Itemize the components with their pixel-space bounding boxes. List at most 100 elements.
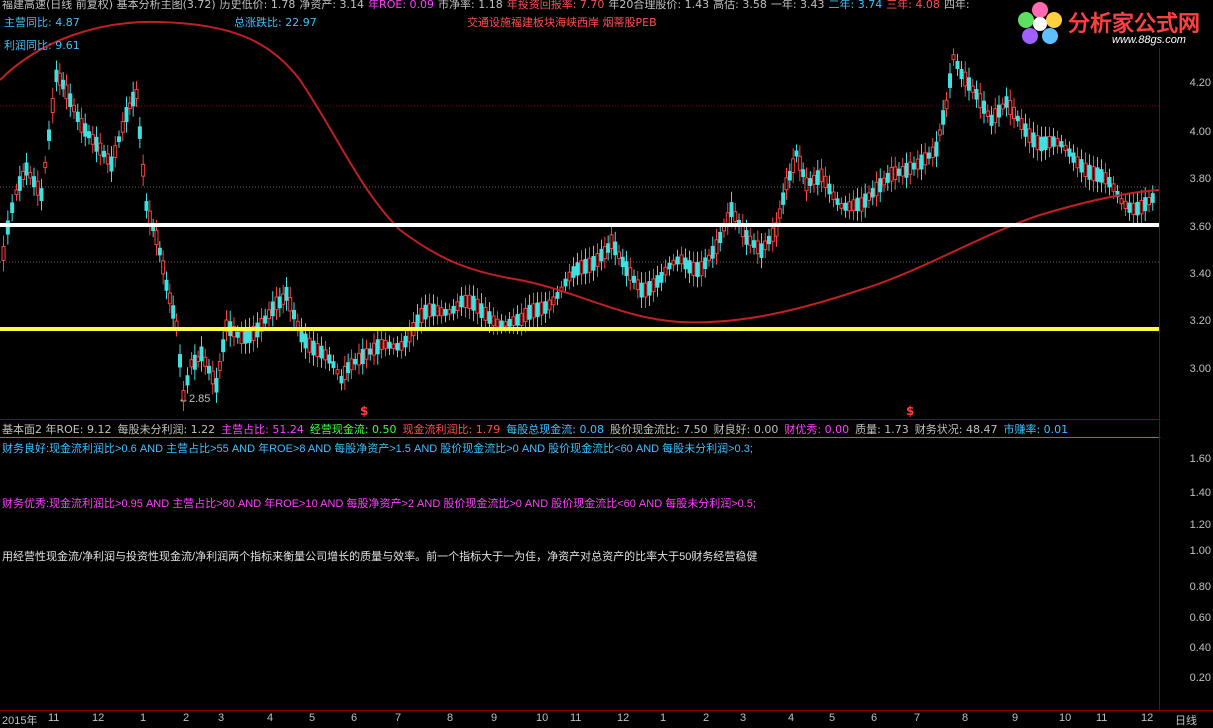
date-tick: 11: [1096, 712, 1108, 724]
candle-body: [531, 303, 536, 319]
candle-body: [503, 321, 508, 327]
candle-body: [523, 307, 528, 323]
candle-body: [499, 320, 504, 328]
candle-body: [970, 85, 975, 93]
candle-body: [609, 234, 614, 249]
candle-body: [292, 309, 296, 320]
date-tick: 10: [1059, 712, 1072, 724]
candle-body: [655, 275, 660, 288]
candle-body: [14, 189, 19, 195]
candle-body: [744, 230, 749, 245]
candle-body: [1083, 162, 1088, 178]
candle-body: [1071, 152, 1076, 163]
candle-body: [284, 286, 289, 301]
candle-body: [547, 299, 552, 311]
date-tick: 日线: [1175, 715, 1197, 727]
candle-body: [1139, 199, 1144, 215]
candle-body: [109, 156, 114, 172]
candle-body: [117, 136, 121, 143]
candle-body: [729, 202, 734, 217]
sub-tick: 1.60: [1189, 453, 1211, 465]
candle-body: [632, 275, 636, 283]
candle-body: [635, 279, 640, 291]
candle-body: [1008, 99, 1013, 115]
date-tick: 2: [183, 712, 190, 724]
candle-body: [855, 197, 860, 212]
price-tick: 3.00: [1189, 363, 1211, 375]
date-tick: 1: [660, 712, 667, 724]
candle-body: [1047, 136, 1052, 149]
candle-body: [787, 171, 792, 181]
price-tick: 3.60: [1189, 221, 1211, 233]
candle-body: [439, 307, 444, 317]
candle-body: [695, 262, 700, 277]
price-tick: 4.00: [1189, 126, 1211, 138]
candle-body: [997, 104, 1001, 118]
candle-body: [714, 239, 719, 255]
candle-body: [624, 261, 629, 276]
candle-body: [1111, 183, 1116, 192]
date-tick: 6: [871, 712, 878, 724]
candle-body: [147, 210, 152, 226]
date-tick: 12: [617, 712, 630, 724]
candle-body: [595, 253, 600, 267]
candle-body: [210, 370, 215, 385]
support-line-yellow: [0, 327, 1159, 331]
header-field: 年20合理股价: 1.43: [608, 0, 710, 11]
candle-body: [399, 341, 404, 351]
header-field: 二年: 3.74: [828, 0, 883, 11]
candle-body: [383, 339, 388, 349]
profit-yoy-label: 利润同比: 9.61: [4, 39, 80, 52]
candle-body: [387, 341, 392, 349]
date-tick: 11: [570, 712, 582, 724]
candlestick-chart[interactable]: [0, 0, 1213, 420]
date-tick: 3: [740, 712, 747, 724]
candle-body: [893, 166, 898, 181]
candle-body: [196, 356, 201, 362]
candle-body: [39, 188, 44, 202]
candle-body: [519, 312, 524, 326]
candle-body: [687, 260, 692, 274]
candle-body: [679, 254, 684, 265]
candle-body: [659, 272, 664, 283]
candle-body: [199, 346, 204, 362]
date-tick: 10: [536, 712, 549, 724]
candle-body: [835, 198, 840, 205]
candle-body: [937, 129, 942, 136]
price-tick: 3.80: [1189, 173, 1211, 185]
candle-body: [471, 295, 476, 311]
candle-body: [797, 155, 802, 171]
sub-header-field: 主营占比: 51.24: [221, 423, 304, 436]
candle-body: [267, 309, 271, 320]
main-yoy-label: 主营同比: 4.87: [4, 16, 80, 29]
candle-body: [710, 245, 715, 259]
header-row: 福建高速(日线 前复权) 基本分析主图(3.72) 历史低价: 1.78 净资产: …: [2, 0, 974, 12]
candle-body: [1051, 136, 1056, 147]
date-tick: 4: [788, 712, 795, 724]
candle-body: [331, 361, 336, 369]
candle-body: [467, 294, 472, 309]
price-tick: 4.20: [1189, 77, 1211, 89]
candle-body: [579, 260, 584, 275]
candle-body: [587, 257, 592, 273]
candle-body: [1103, 172, 1108, 185]
support-line-white: [0, 223, 1159, 227]
candle-body: [57, 72, 62, 86]
candle-body: [127, 102, 132, 109]
sub-header-field: 市赚率: 0.01: [1003, 423, 1069, 436]
date-tick: 11: [48, 712, 60, 724]
candle-body: [819, 168, 824, 183]
candle-body: [311, 340, 316, 356]
candle-body: [827, 183, 832, 195]
date-axis-line: [0, 710, 1213, 711]
date-tick: 12: [92, 712, 105, 724]
candle-body: [691, 261, 696, 277]
candle-body: [364, 348, 369, 360]
logo-url: www.88gs.com: [1112, 34, 1186, 46]
candle-body: [379, 339, 384, 350]
candle-body: [443, 308, 448, 316]
candle-body: [339, 375, 344, 384]
date-tick: 9: [491, 712, 498, 724]
candle-body: [479, 303, 484, 318]
excellent-finance-formula: 财务优秀:现金流利润比>0.95 AND 主营占比>80 AND 年ROE>10…: [2, 498, 756, 510]
